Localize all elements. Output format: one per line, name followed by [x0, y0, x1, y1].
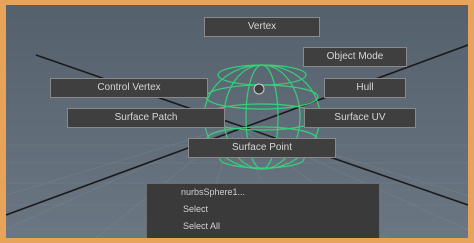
context-menu-item-select-all[interactable]: Select All: [147, 218, 379, 235]
marking-menu-surface-uv[interactable]: Surface UV: [304, 108, 416, 128]
context-menu-header: nurbsSphere1...: [181, 187, 246, 197]
marking-menu-hull[interactable]: Hull: [324, 78, 406, 98]
marking-menu-center: [253, 83, 265, 95]
context-menu: nurbsSphere1... Select Select All: [146, 183, 380, 238]
viewport-frame: Vertex Object Mode Control Vertex Hull S…: [6, 5, 468, 238]
marking-menu-surface-patch[interactable]: Surface Patch: [67, 108, 225, 128]
marking-menu-vertex[interactable]: Vertex: [204, 17, 320, 37]
marking-menu-control-vertex[interactable]: Control Vertex: [50, 78, 208, 98]
marking-menu-object-mode[interactable]: Object Mode: [303, 47, 407, 67]
context-menu-item-select[interactable]: Select: [147, 201, 379, 218]
marking-menu-surface-point[interactable]: Surface Point: [188, 138, 336, 158]
